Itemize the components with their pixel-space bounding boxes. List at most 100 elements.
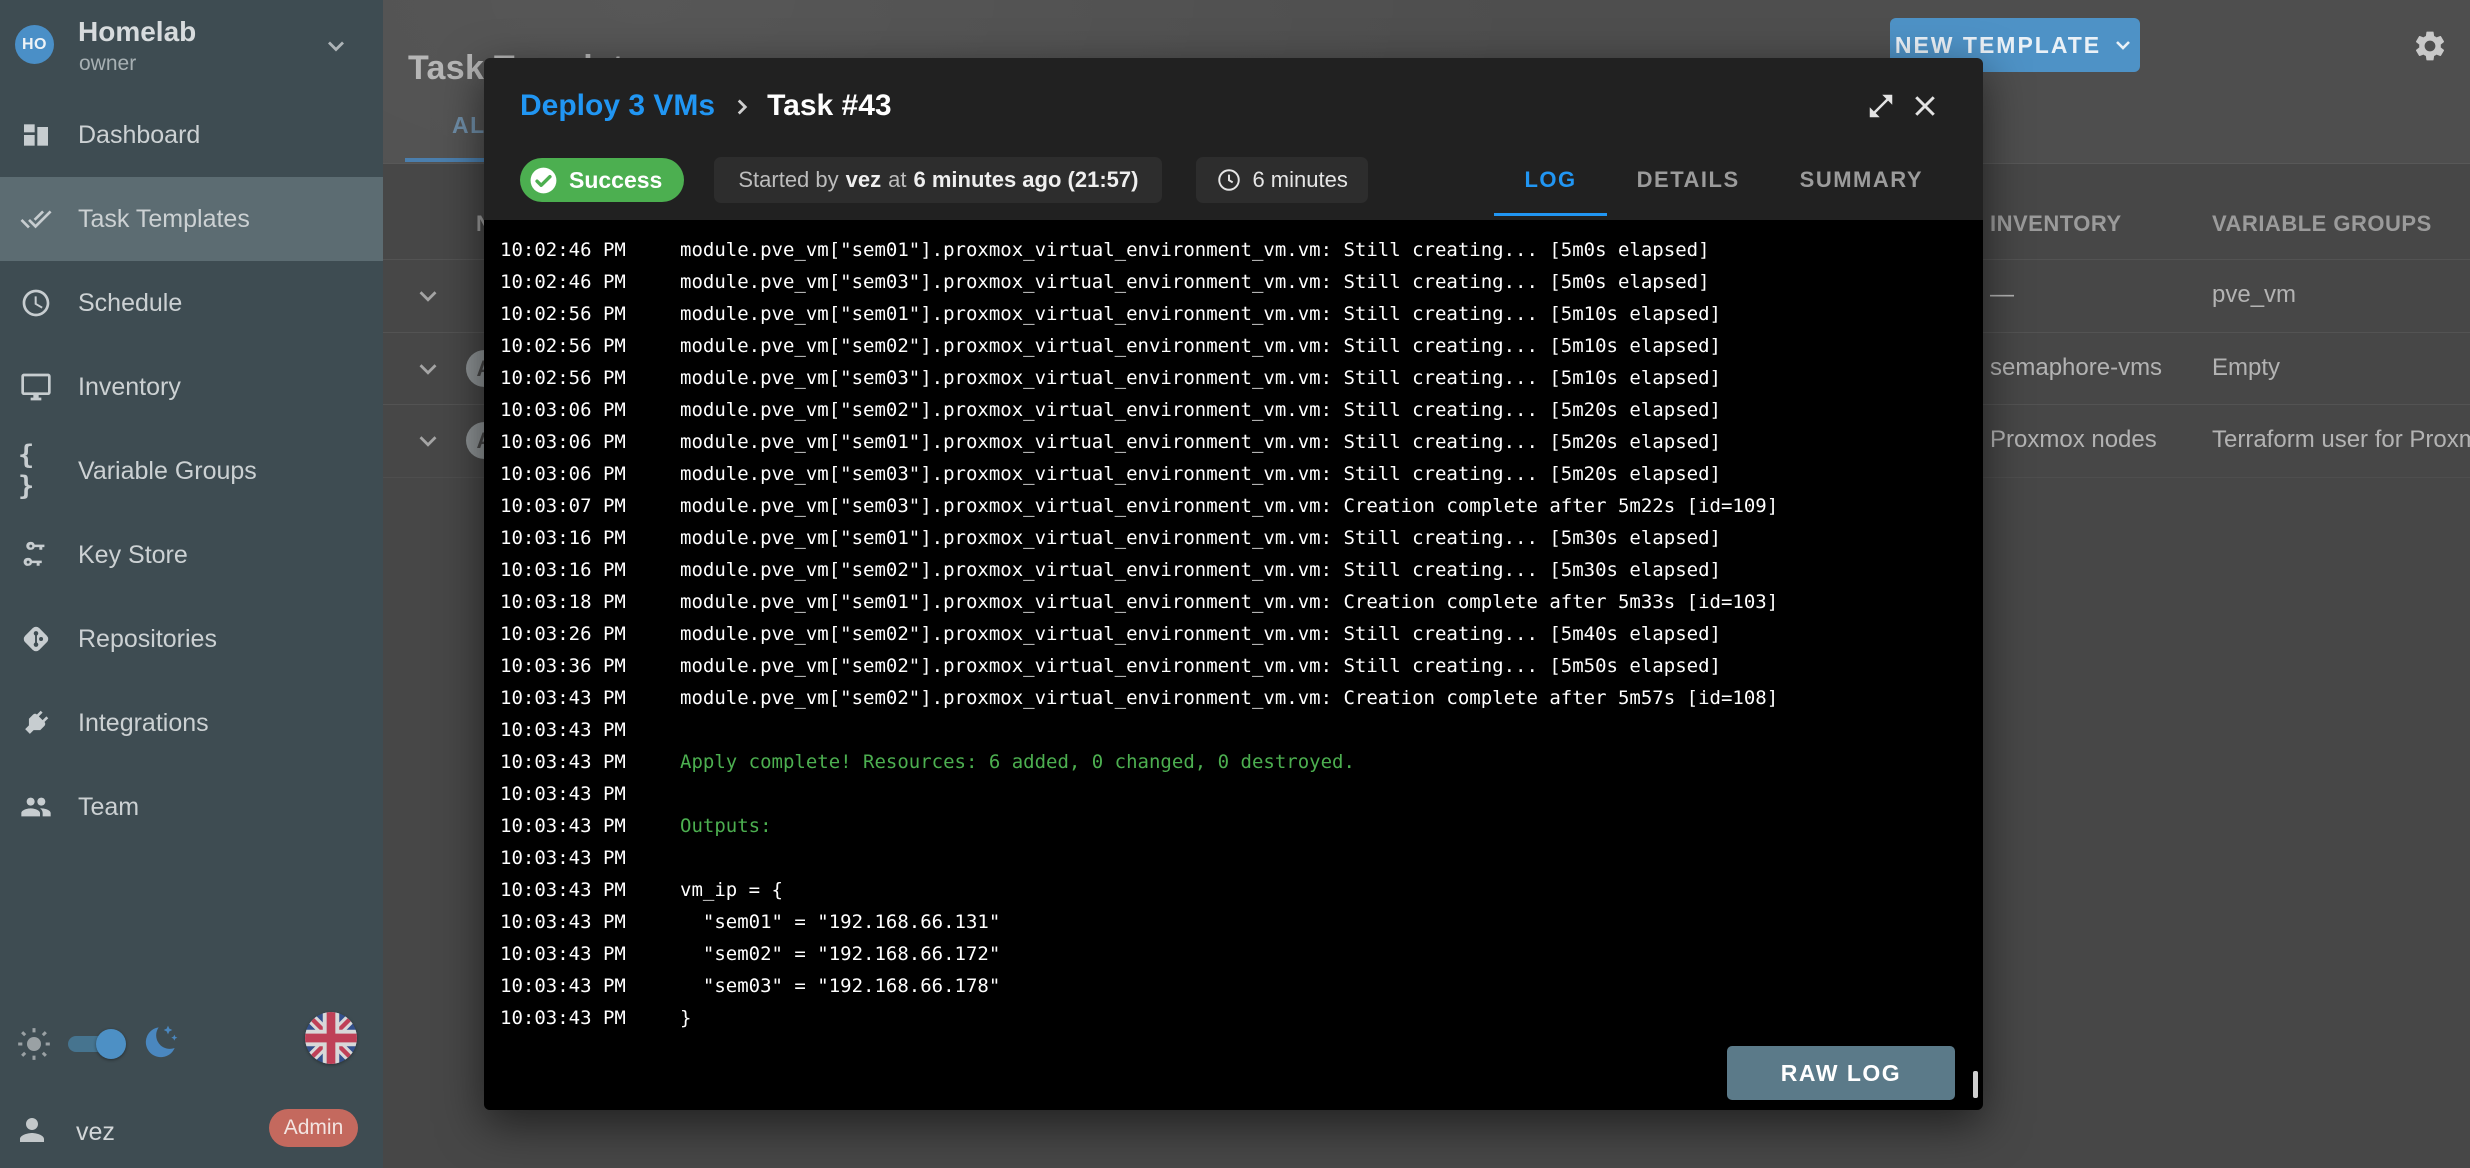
expand-icon[interactable] [1859,84,1903,128]
sidebar-item-team[interactable]: Team [0,765,383,849]
username: vez [76,1118,115,1147]
theme-row [0,1016,383,1072]
sidebar-item-key-store[interactable]: Key Store [0,513,383,597]
log-message: module.pve_vm["sem03"].proxmox_virtual_e… [680,463,1721,485]
modal-status-row: Success Started by vez at 6 minutes ago … [520,154,1953,206]
log-line: 10:03:43 PM [484,778,1983,810]
log-message: module.pve_vm["sem02"].proxmox_virtual_e… [680,655,1721,677]
new-template-label: NEW TEMPLATE [1895,32,2101,59]
log-line: 10:03:43 PM "sem02" = "192.168.66.172" [484,938,1983,970]
sidebar-item-dashboard[interactable]: Dashboard [0,93,383,177]
log-line: 10:03:43 PM [484,842,1983,874]
column-header-variable-groups: VARIABLE GROUPS [2212,211,2432,237]
tab-details[interactable]: DETAILS [1607,154,1770,206]
sidebar-item-inventory[interactable]: Inventory [0,345,383,429]
chevron-down-icon[interactable] [413,281,443,311]
key-store-icon [18,537,54,573]
log-time: 10:03:43 PM [500,911,680,933]
log-time: 10:03:18 PM [500,591,680,613]
log-line: 10:03:43 PM "sem03" = "192.168.66.178" [484,970,1983,1002]
log-line: 10:03:43 PM Outputs: [484,810,1983,842]
log-line: 10:03:43 PM Apply complete! Resources: 6… [484,746,1983,778]
log-time: 10:03:06 PM [500,463,680,485]
integrations-icon [18,705,54,741]
log-time: 10:02:56 PM [500,367,680,389]
dark-mode-toggle[interactable] [66,1028,126,1060]
log-time: 10:03:07 PM [500,495,680,517]
chevron-down-icon [2111,33,2135,57]
uk-flag-icon [305,1012,357,1064]
chevron-down-icon[interactable] [413,354,443,384]
log-message: module.pve_vm["sem01"].proxmox_virtual_e… [680,239,1710,261]
sidebar-item-label: Integrations [78,709,209,738]
log-line: 10:02:46 PM module.pve_vm["sem03"].proxm… [484,266,1983,298]
log-line: 10:03:36 PM module.pve_vm["sem02"].proxm… [484,650,1983,682]
sidebar-item-variable-groups[interactable]: { } Variable Groups [0,429,383,513]
log-line: 10:03:16 PM module.pve_vm["sem02"].proxm… [484,554,1983,586]
team-icon [18,789,54,825]
log-message: module.pve_vm["sem01"].proxmox_virtual_e… [680,591,1778,613]
inventory-icon [18,369,54,405]
dashboard-icon [18,117,54,153]
started-info: Started by vez at 6 minutes ago (21:57) [714,157,1162,203]
log-line: 10:03:06 PM module.pve_vm["sem02"].proxm… [484,394,1983,426]
project-switcher[interactable]: HO Homelab owner [0,0,383,93]
sidebar-nav: Dashboard Task Templates Schedule Invent… [0,93,383,849]
log-time: 10:03:36 PM [500,655,680,677]
clock-icon [1216,167,1242,193]
log-message: Apply complete! Resources: 6 added, 0 ch… [680,751,1355,773]
status-label: Success [569,167,662,194]
started-time: 6 minutes ago (21:57) [913,167,1138,193]
log-message: } [680,1007,691,1029]
template-link[interactable]: Deploy 3 VMs [520,89,715,123]
person-icon [14,1112,50,1148]
check-circle-icon [528,165,559,196]
log-line: 10:03:43 PM } [484,1002,1983,1034]
sidebar-item-label: Inventory [78,373,181,402]
log-time: 10:02:46 PM [500,239,680,261]
log-time: 10:03:06 PM [500,399,680,421]
sidebar-item-integrations[interactable]: Integrations [0,681,383,765]
user-menu[interactable]: vez Admin [0,1104,383,1160]
log-time: 10:03:43 PM [500,943,680,965]
cell-variable-groups: pve_vm [2212,281,2296,309]
tab-summary[interactable]: SUMMARY [1770,154,1953,206]
log-message: module.pve_vm["sem03"].proxmox_virtual_e… [680,271,1710,293]
log-time: 10:03:26 PM [500,623,680,645]
language-flag-button[interactable] [305,1012,357,1064]
log-time: 10:02:56 PM [500,303,680,325]
started-user: vez [846,167,881,193]
chevron-right-icon [729,94,755,120]
modal-tabs: LOG DETAILS SUMMARY [1494,154,1953,206]
project-role: owner [79,52,136,76]
log-message: "sem02" = "192.168.66.172" [680,943,1000,965]
cell-variable-groups: Terraform user for Proxm [2212,426,2470,454]
sidebar-item-label: Team [78,793,139,822]
cell-inventory: Proxmox nodes [1990,426,2157,454]
log-line: 10:03:07 PM module.pve_vm["sem03"].proxm… [484,490,1983,522]
sidebar-item-repositories[interactable]: Repositories [0,597,383,681]
duration-label: 6 minutes [1252,167,1347,193]
cell-variable-groups: Empty [2212,354,2280,382]
status-badge: Success [520,158,684,202]
sidebar-bottom: vez Admin [0,998,383,1168]
log-scrollbar[interactable] [1973,1071,1978,1098]
log-message: "sem03" = "192.168.66.178" [680,975,1000,997]
log-line: 10:02:56 PM module.pve_vm["sem01"].proxm… [484,298,1983,330]
chevron-down-icon[interactable] [413,426,443,456]
log-lines: 10:02:46 PM module.pve_vm["sem01"].proxm… [484,234,1983,1034]
sidebar-item-task-templates[interactable]: Task Templates [0,177,383,261]
log-line: 10:03:06 PM module.pve_vm["sem03"].proxm… [484,458,1983,490]
log-message: Outputs: [680,815,772,837]
task-modal: Deploy 3 VMs Task #43 Success [484,58,1983,1110]
raw-log-button[interactable]: RAW LOG [1727,1046,1955,1100]
sidebar: HO Homelab owner Dashboard Task Template… [0,0,383,1168]
sidebar-item-label: Task Templates [78,205,250,234]
sidebar-item-schedule[interactable]: Schedule [0,261,383,345]
close-icon[interactable] [1903,84,1947,128]
gear-icon[interactable] [2412,28,2448,64]
tab-log[interactable]: LOG [1494,154,1606,206]
sidebar-item-label: Variable Groups [78,457,257,486]
cell-inventory: — [1990,281,2014,309]
log-time: 10:03:16 PM [500,527,680,549]
